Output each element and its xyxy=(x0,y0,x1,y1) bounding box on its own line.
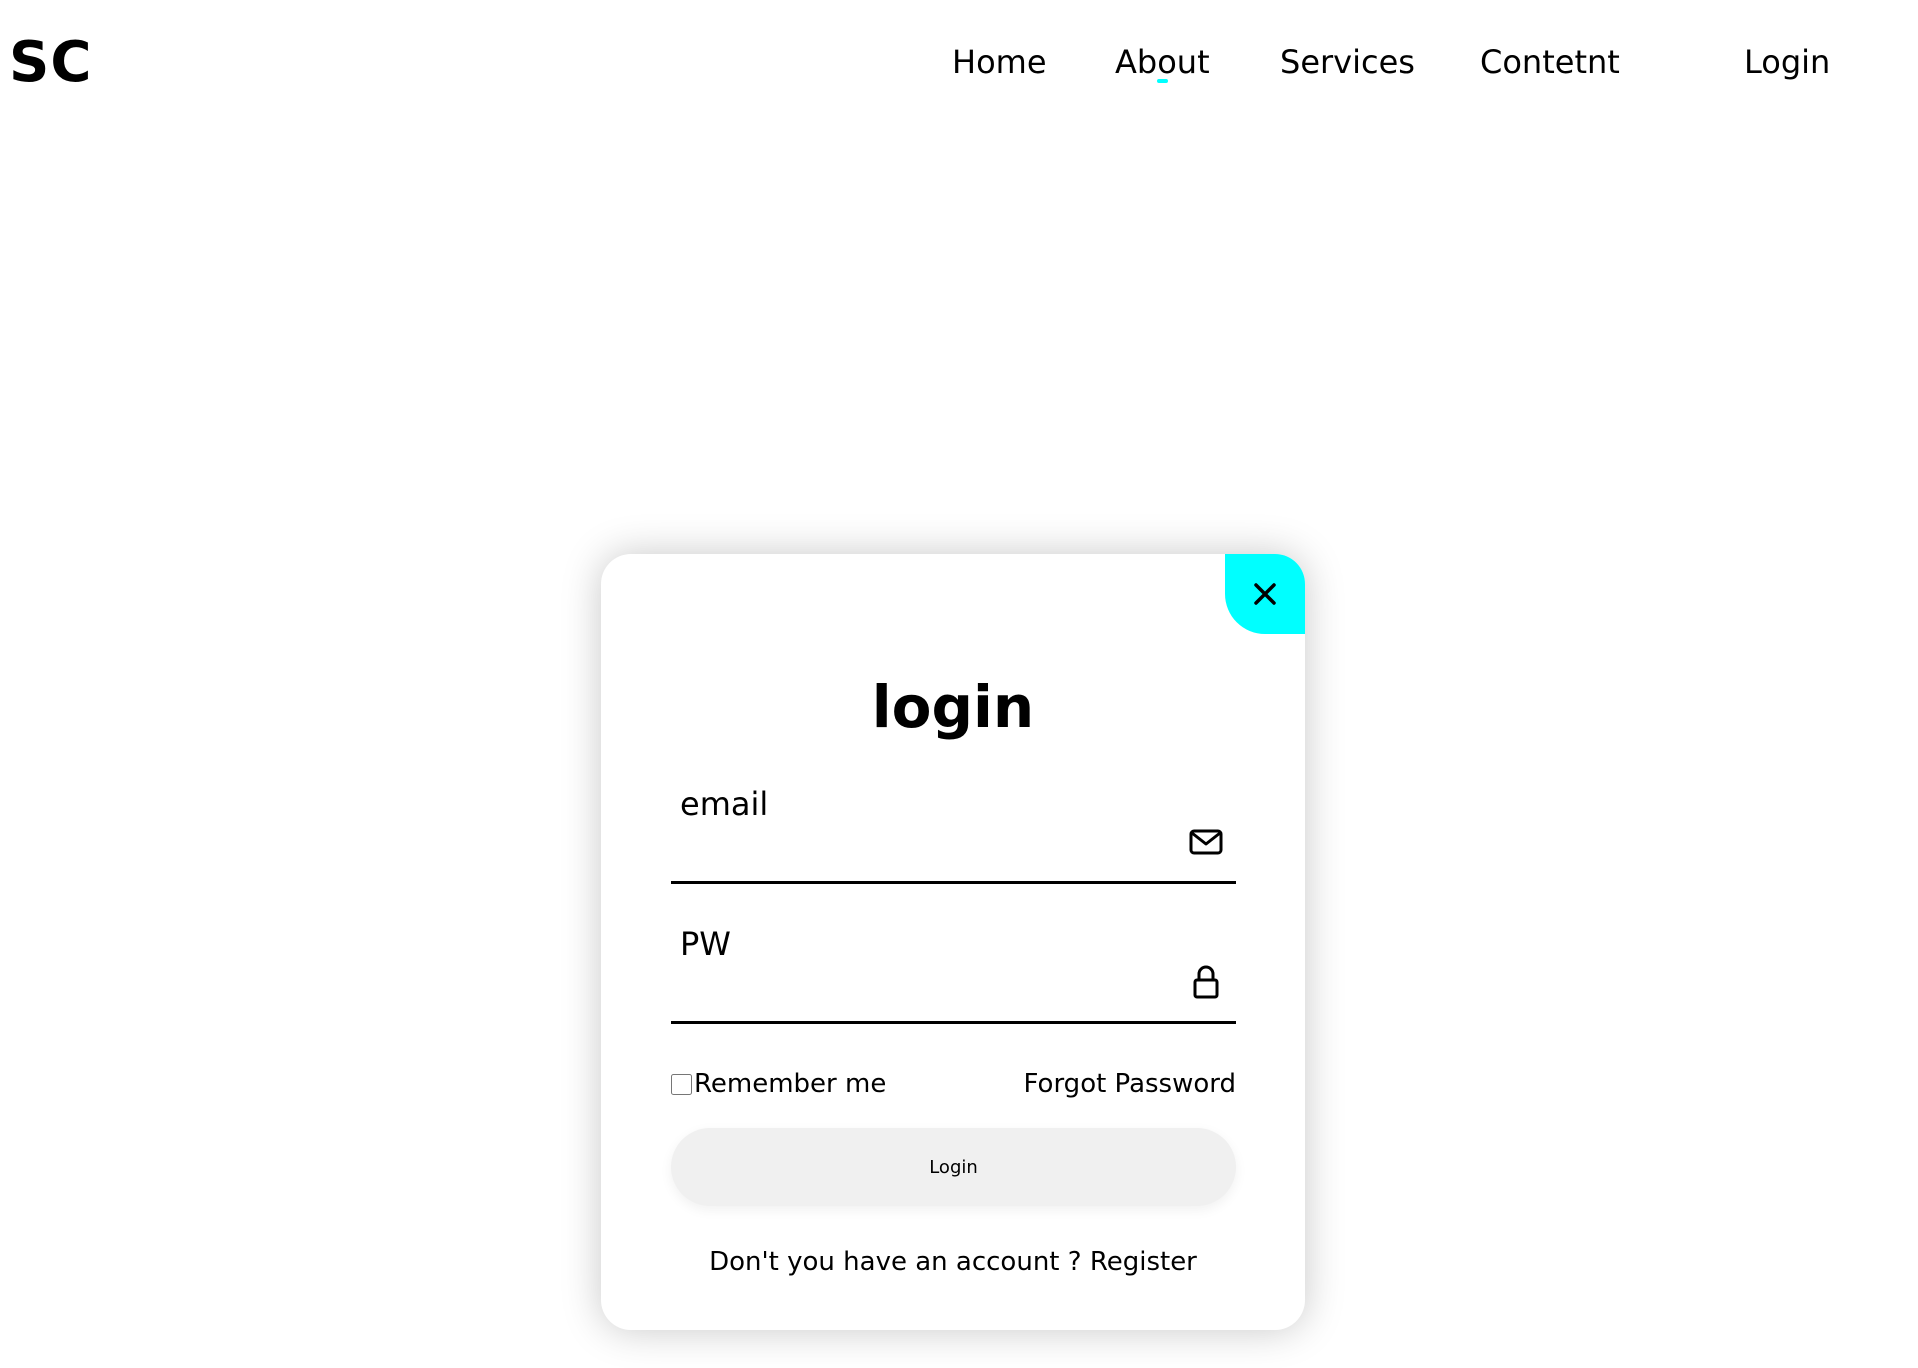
no-account-text: Don't you have an account ? xyxy=(709,1247,1082,1277)
password-field-wrapper xyxy=(671,920,1236,1024)
remember-me-checkbox[interactable] xyxy=(671,1073,692,1095)
close-button[interactable] xyxy=(1225,554,1305,634)
nav-link-services[interactable]: Services xyxy=(1280,40,1415,84)
email-field-wrapper xyxy=(671,780,1236,884)
main-nav: Home About Services Contetnt Login xyxy=(0,40,1918,84)
password-input[interactable] xyxy=(671,920,1171,1020)
nav-link-content[interactable]: Contetnt xyxy=(1480,40,1620,84)
register-link[interactable]: Register xyxy=(1090,1247,1197,1277)
mail-icon xyxy=(1186,822,1226,862)
login-options-row: Remember me Forgot Password xyxy=(671,1066,1236,1102)
email-input[interactable] xyxy=(671,780,1171,880)
remember-me[interactable]: Remember me xyxy=(671,1066,886,1102)
nav-link-home[interactable]: Home xyxy=(952,40,1047,84)
login-submit-button[interactable]: Login xyxy=(671,1128,1236,1206)
remember-me-label[interactable]: Remember me xyxy=(694,1066,886,1102)
close-icon xyxy=(1254,583,1276,605)
lock-icon xyxy=(1186,962,1226,1002)
register-prompt: Don't you have an account ? Register xyxy=(601,1244,1305,1280)
nav-link-about[interactable]: About xyxy=(1115,40,1210,84)
nav-active-indicator xyxy=(1157,79,1168,83)
forgot-password-link[interactable]: Forgot Password xyxy=(1024,1066,1236,1102)
login-card: login Remember me xyxy=(601,554,1305,1330)
page: SC Home About Services Contetnt Login lo… xyxy=(0,0,1918,1368)
login-title: login xyxy=(871,673,1035,741)
nav-link-login[interactable]: Login xyxy=(1744,40,1830,84)
